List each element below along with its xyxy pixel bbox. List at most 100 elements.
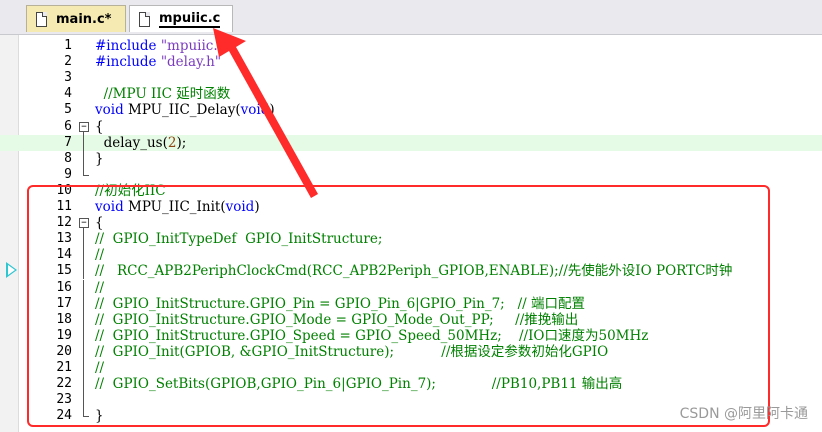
comment-token: // GPIO_InitStructure.GPIO_Pin = GPIO_Pi… xyxy=(95,295,585,312)
code-token: ) xyxy=(269,102,275,119)
line-number: 23 xyxy=(56,392,72,408)
code-line[interactable]: 4 //MPU IIC 延时函数 xyxy=(0,86,822,102)
code-line[interactable]: 5 void MPU_IIC_Delay(void) xyxy=(0,102,822,118)
code-text: } xyxy=(95,151,104,167)
code-text: // GPIO_InitStructure.GPIO_Speed = GPIO_… xyxy=(95,328,648,344)
fold-gutter xyxy=(78,38,92,54)
fold-gutter xyxy=(78,247,92,264)
code-text: { xyxy=(95,215,104,231)
code-line[interactable]: 11 void MPU_IIC_Init(void) xyxy=(0,199,822,215)
file-icon xyxy=(36,11,47,27)
fold-gutter xyxy=(78,134,92,151)
code-line[interactable]: 9 xyxy=(0,166,822,183)
fold-gutter xyxy=(78,263,92,280)
fold-gutter[interactable]: − xyxy=(78,215,92,232)
line-number: 12 xyxy=(56,215,72,231)
line-number: 4 xyxy=(64,86,72,102)
file-icon xyxy=(139,11,150,27)
code-token: MPU_IIC_Init( xyxy=(123,199,226,215)
fold-gutter xyxy=(78,295,92,312)
string-token: "delay.h" xyxy=(160,54,222,71)
comment-token: // xyxy=(95,360,105,376)
fold-gutter xyxy=(78,408,92,424)
line-number: 24 xyxy=(56,408,72,424)
line-number: 8 xyxy=(64,150,72,166)
line-number: 5 xyxy=(64,102,72,118)
code-text: delay_us(2); xyxy=(95,134,187,151)
code-line[interactable]: 1 #include "mpuiic.h" xyxy=(0,38,822,54)
code-line[interactable]: 10 //初始化IIC xyxy=(0,183,822,199)
line-number: 17 xyxy=(56,295,72,311)
fold-gutter xyxy=(78,166,92,183)
line-number: 13 xyxy=(56,231,72,247)
code-line[interactable]: 18 // GPIO_InitStructure.GPIO_Mode = GPIO… xyxy=(0,311,822,328)
code-text: // GPIO_InitStructure.GPIO_Pin = GPIO_Pi… xyxy=(95,296,585,312)
string-token: "mpuiic.h" xyxy=(160,38,233,54)
code-line[interactable]: 6−{ xyxy=(0,119,822,135)
code-line[interactable]: 17 // GPIO_InitStructure.GPIO_Pin = GPIO_… xyxy=(0,295,822,312)
line-number: 22 xyxy=(56,376,72,392)
comment-token: // GPIO_SetBits(GPIOB,GPIO_Pin_6|GPIO_Pi… xyxy=(95,376,623,393)
code-line[interactable]: 20 // GPIO_Init(GPIOB, &GPIO_InitStructur… xyxy=(0,343,822,360)
code-token: ) xyxy=(254,199,260,215)
line-number: 14 xyxy=(56,247,72,263)
watermark: CSDN @阿里阿卡通 xyxy=(679,406,808,422)
fold-box-icon[interactable]: − xyxy=(79,121,89,132)
code-line[interactable]: 8} xyxy=(0,150,822,167)
code-text: // GPIO_InitTypeDef GPIO_InitStructure; xyxy=(95,231,382,247)
code-editor[interactable]: 1 #include "mpuiic.h" 2 #include "delay.h" 3… xyxy=(0,35,822,432)
code-text: // GPIO_InitStructure.GPIO_Mode = GPIO_M… xyxy=(95,312,578,328)
code-text: void MPU_IIC_Delay(void) xyxy=(95,102,275,118)
fold-gutter[interactable]: − xyxy=(78,119,92,135)
line-number: 15 xyxy=(56,263,72,279)
code-text: #include "delay.h" xyxy=(95,54,221,70)
fold-gutter xyxy=(78,199,92,215)
code-text: //初始化IIC xyxy=(95,183,166,199)
comment-token: //初始化IIC xyxy=(95,182,166,199)
fold-gutter xyxy=(78,183,92,199)
code-text: void MPU_IIC_Init(void) xyxy=(95,199,260,215)
code-text: // xyxy=(95,247,104,263)
code-line[interactable]: 14 // xyxy=(0,247,822,264)
code-token: delay_us( xyxy=(95,134,168,151)
code-token: ); xyxy=(176,134,187,151)
fold-gutter xyxy=(78,231,92,248)
code-text: { xyxy=(95,119,104,135)
code-token: } xyxy=(95,150,104,167)
code-line[interactable]: 2 #include "delay.h" xyxy=(0,54,822,70)
tab-label: mpuiic.c xyxy=(159,10,221,28)
code-token: MPU_IIC_Delay( xyxy=(123,102,241,119)
keyword-token: void xyxy=(95,102,124,119)
line-number: 20 xyxy=(56,343,72,359)
comment-token: // xyxy=(95,279,105,296)
comment-token: // GPIO_InitStructure.GPIO_Mode = GPIO_M… xyxy=(95,311,579,328)
tab-label: main.c* xyxy=(56,11,112,27)
code-line[interactable]: 15 // RCC_APB2PeriphClockCmd(RCC_APB2Peri… xyxy=(0,263,822,280)
tab-mpuiic-c[interactable]: mpuiic.c xyxy=(129,5,233,32)
code-token: } xyxy=(95,408,104,425)
fold-gutter xyxy=(78,360,92,376)
line-number: 16 xyxy=(56,279,72,295)
line-number: 18 xyxy=(56,311,72,327)
code-line[interactable]: 22 // GPIO_SetBits(GPIOB,GPIO_Pin_6|GPIO_… xyxy=(0,376,822,393)
keyword-token: void xyxy=(225,199,255,215)
code-line[interactable]: 7 delay_us(2); xyxy=(0,134,822,151)
keyword-token: void xyxy=(95,199,124,215)
code-text: // GPIO_Init(GPIOB, &GPIO_InitStructure)… xyxy=(95,344,608,360)
tab-main-c[interactable]: main.c* xyxy=(26,5,126,32)
fold-gutter xyxy=(78,343,92,360)
code-line[interactable]: 21 // xyxy=(0,360,822,376)
comment-token: // RCC_APB2PeriphClockCmd(RCC_APB2Periph… xyxy=(95,263,733,280)
code-line[interactable]: 12−{ xyxy=(0,215,822,232)
fold-gutter xyxy=(78,376,92,393)
code-line[interactable]: 3 xyxy=(0,70,822,86)
fold-box-icon[interactable]: − xyxy=(79,218,89,229)
comment-token: //MPU IIC 延时函数 xyxy=(95,86,231,103)
comment-token: // GPIO_InitStructure.GPIO_Speed = GPIO_… xyxy=(95,327,649,344)
code-line[interactable]: 16 // xyxy=(0,279,822,296)
code-token: { xyxy=(95,215,104,232)
code-line[interactable]: 13 // GPIO_InitTypeDef GPIO_InitStructure… xyxy=(0,231,822,248)
code-line[interactable]: 19 // GPIO_InitStructure.GPIO_Speed = GPI… xyxy=(0,327,822,344)
fold-gutter xyxy=(78,392,92,409)
fold-gutter xyxy=(78,86,92,102)
